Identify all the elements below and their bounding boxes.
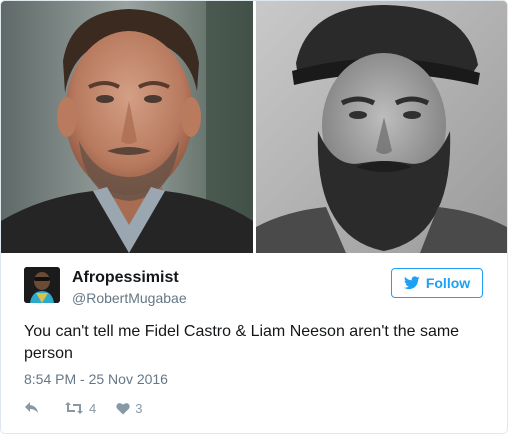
- tweet-text: You can't tell me Fidel Castro & Liam Ne…: [24, 323, 460, 362]
- retweet-button[interactable]: 4: [64, 401, 96, 416]
- retweet-count: 4: [89, 400, 97, 416]
- portrait-left-image: [1, 1, 253, 253]
- portrait-right-image: [256, 1, 507, 253]
- display-name[interactable]: Afropessimist: [72, 269, 179, 287]
- user-handle[interactable]: @RobertMugabae: [72, 290, 187, 306]
- like-count: 3: [135, 400, 143, 416]
- follow-label: Follow: [425, 275, 471, 291]
- tweet-actions: 4 3: [24, 397, 142, 419]
- avatar[interactable]: [24, 267, 60, 303]
- photo-left[interactable]: [1, 1, 253, 253]
- tweet-header: Afropessimist @RobertMugabae Follow: [24, 267, 484, 307]
- follow-button[interactable]: Follow: [391, 268, 483, 298]
- reply-arrow-icon: [25, 402, 38, 413]
- embedded-tweet-card: Afropessimist @RobertMugabae Follow You …: [0, 0, 508, 434]
- retweet-icon: [65, 402, 83, 414]
- heart-icon: [116, 402, 130, 414]
- twitter-bird-icon: [403, 276, 420, 290]
- tweet-timestamp[interactable]: 8:54 PM - 25 Nov 2016: [24, 371, 168, 387]
- reply-button[interactable]: [24, 401, 40, 415]
- tweet-media[interactable]: [1, 1, 507, 253]
- photo-right[interactable]: [256, 1, 507, 253]
- like-button[interactable]: 3: [116, 401, 142, 416]
- avatar-image: [24, 267, 60, 303]
